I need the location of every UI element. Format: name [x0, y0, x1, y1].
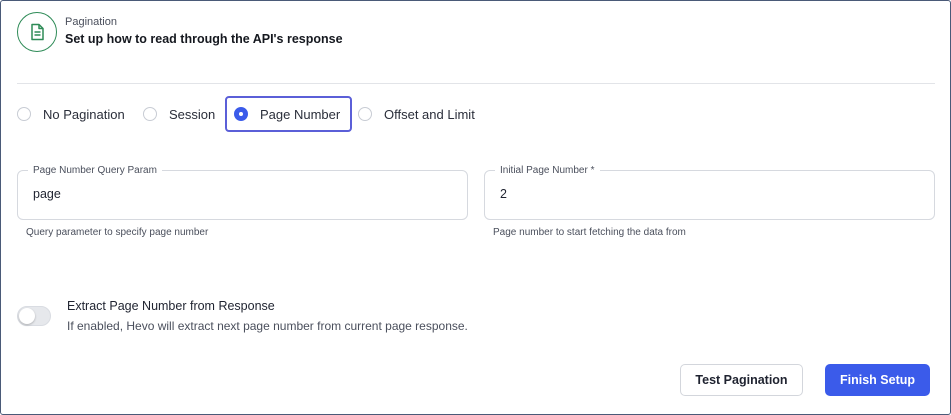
radio-circle-selected: [234, 107, 248, 121]
toggle-knob: [19, 308, 35, 324]
radio-label: Session: [169, 106, 216, 122]
initial-page-field: Initial Page Number *: [484, 165, 935, 220]
section-eyebrow: Pagination: [65, 16, 117, 28]
toggle-title: Extract Page Number from Response: [67, 299, 275, 313]
radio-label: No Pagination: [43, 106, 125, 122]
radio-circle: [143, 107, 157, 121]
query-param-field: Page Number Query Param: [17, 165, 468, 220]
finish-setup-button[interactable]: Finish Setup: [825, 364, 930, 396]
extract-page-number-toggle[interactable]: [17, 306, 51, 326]
document-icon: [17, 12, 57, 52]
initial-page-input[interactable]: [500, 187, 900, 201]
toggle-description: If enabled, Hevo will extract next page …: [67, 319, 468, 333]
query-param-input[interactable]: [33, 187, 433, 201]
test-pagination-button[interactable]: Test Pagination: [680, 364, 803, 396]
radio-circle: [358, 107, 372, 121]
radio-label: Offset and Limit: [384, 106, 475, 122]
radio-page-number[interactable]: Page Number: [225, 96, 353, 132]
initial-page-label: Initial Page Number *: [495, 165, 600, 177]
radio-circle: [17, 107, 31, 121]
query-param-label: Page Number Query Param: [28, 165, 162, 177]
radio-label: Page Number: [260, 106, 341, 122]
query-param-hint: Query parameter to specify page number: [26, 227, 209, 238]
radio-offset-and-limit[interactable]: Offset and Limit: [358, 96, 475, 132]
section-title: Set up how to read through the API's res…: [65, 32, 343, 46]
radio-no-pagination[interactable]: No Pagination: [17, 96, 125, 132]
divider: [17, 83, 935, 84]
radio-session[interactable]: Session: [143, 96, 215, 132]
initial-page-hint: Page number to start fetching the data f…: [493, 227, 686, 238]
